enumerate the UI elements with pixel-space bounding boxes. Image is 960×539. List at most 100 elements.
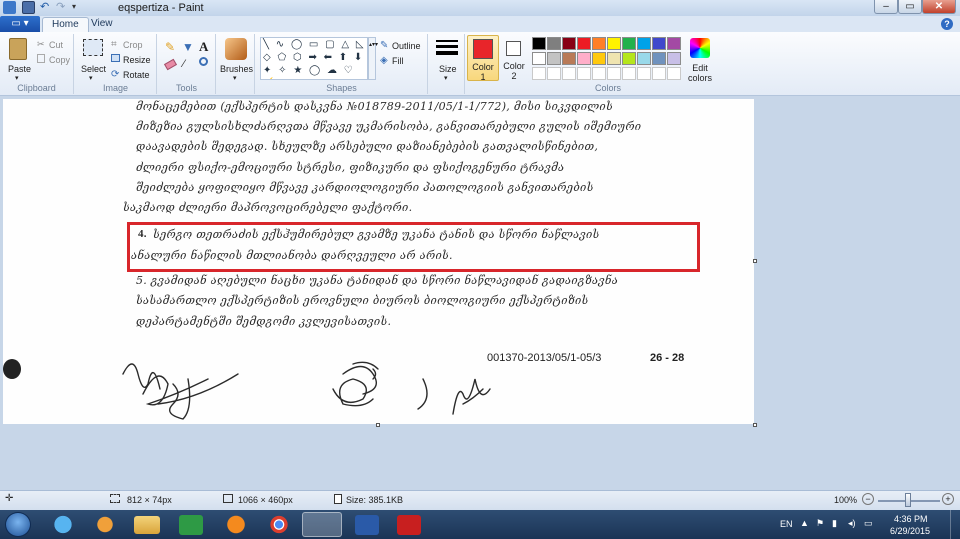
outline-icon[interactable]: ✎ <box>380 40 388 51</box>
cut-icon[interactable]: ✂ <box>37 39 45 50</box>
palette-swatch[interactable] <box>667 67 681 80</box>
palette-swatch[interactable] <box>562 37 576 50</box>
paint-app-icon[interactable] <box>3 1 16 14</box>
palette-swatch[interactable] <box>637 67 651 80</box>
edit-colors-button[interactable]: Edit colors <box>683 63 717 83</box>
size-dropdown-icon[interactable]: ▾ <box>444 74 448 82</box>
palette-swatch[interactable] <box>577 67 591 80</box>
zoom-out-button[interactable]: − <box>862 493 874 505</box>
outline-button[interactable]: Outline <box>392 41 421 51</box>
brushes-button[interactable]: Brushes <box>220 64 253 74</box>
magnifier-icon[interactable] <box>199 57 208 66</box>
palette-swatch[interactable] <box>667 37 681 50</box>
palette-swatch[interactable] <box>607 52 621 65</box>
color-picker-icon[interactable]: ⁄ <box>183 58 185 70</box>
rotate-button[interactable]: Rotate <box>123 70 150 80</box>
fill-button[interactable]: Fill <box>392 56 404 66</box>
select-icon[interactable] <box>83 39 103 56</box>
flag-icon[interactable]: ⚑ <box>816 518 824 529</box>
paint-menu-button[interactable]: ▭ ▾ <box>0 16 40 32</box>
shapes-scroll-icon[interactable]: ▴▾▾ <box>368 37 378 80</box>
zoom-in-button[interactable]: + <box>942 493 954 505</box>
cut-button[interactable]: Cut <box>49 40 63 50</box>
palette-swatch[interactable] <box>652 67 666 80</box>
canvas-resize-handle-right[interactable] <box>753 259 757 263</box>
file-explorer-icon[interactable] <box>134 516 160 534</box>
palette-swatch[interactable] <box>652 37 666 50</box>
network-icon[interactable]: ▮ <box>832 518 837 529</box>
color2-button[interactable]: Color 2 <box>501 35 527 81</box>
crop-button[interactable]: Crop <box>123 40 143 50</box>
color1-button[interactable]: Color 1 <box>467 35 499 82</box>
zoom-slider-thumb[interactable] <box>905 493 911 507</box>
pencil-icon[interactable]: ✎ <box>165 40 175 54</box>
tab-view[interactable]: View <box>82 17 122 32</box>
start-button[interactable] <box>5 512 31 537</box>
help-icon[interactable]: ? <box>941 18 953 30</box>
palette-swatch[interactable] <box>607 67 621 80</box>
brushes-dropdown-icon[interactable]: ▾ <box>233 74 237 82</box>
palette-swatch[interactable] <box>622 37 636 50</box>
palette-swatch[interactable] <box>547 37 561 50</box>
resize-button[interactable]: Resize <box>123 55 151 65</box>
copy-icon[interactable] <box>37 54 45 63</box>
brush-icon[interactable] <box>225 38 247 60</box>
palette-swatch[interactable] <box>622 52 636 65</box>
undo-icon[interactable]: ↶ <box>40 1 53 14</box>
minimize-button[interactable]: ‒ <box>874 0 898 14</box>
palette-swatch[interactable] <box>637 52 651 65</box>
redo-icon[interactable]: ↷ <box>56 1 69 14</box>
show-desktop-button[interactable] <box>950 510 960 539</box>
copy-button[interactable]: Copy <box>49 55 70 65</box>
crop-icon[interactable]: ⌗ <box>111 39 117 50</box>
resize-icon[interactable] <box>111 54 120 62</box>
edit-colors-icon[interactable] <box>690 38 710 58</box>
paste-icon[interactable] <box>9 38 27 60</box>
palette-swatch[interactable] <box>592 52 606 65</box>
palette-swatch[interactable] <box>667 52 681 65</box>
palette-swatch[interactable] <box>637 37 651 50</box>
media-player-icon[interactable] <box>88 512 122 537</box>
chrome-icon[interactable] <box>262 512 296 537</box>
shapes-gallery[interactable]: ╲ ∿ ◯ ▭ ▢ △ ◺ ◇ ⬠ ⬡ ➡ ⬅ ⬆ ⬇ ✦ ✧ ★ ◯ ☁ ♡ … <box>260 37 368 80</box>
paint-taskbar-icon[interactable] <box>302 512 342 537</box>
palette-swatch[interactable] <box>577 52 591 65</box>
clock-time[interactable]: 4:36 PM <box>894 514 928 524</box>
palette-swatch[interactable] <box>652 52 666 65</box>
clock-date[interactable]: 6/29/2015 <box>890 526 930 536</box>
spreadsheet-app-icon[interactable] <box>179 515 203 535</box>
show-hidden-icons[interactable]: ▲ <box>800 518 809 528</box>
adobe-reader-icon[interactable] <box>397 515 421 535</box>
canvas-resize-handle-corner[interactable] <box>753 423 757 427</box>
palette-swatch[interactable] <box>532 37 546 50</box>
fill-icon[interactable]: ◈ <box>380 55 388 66</box>
text-tool-icon[interactable]: A <box>199 39 208 55</box>
language-indicator[interactable]: EN <box>780 519 793 529</box>
palette-swatch[interactable] <box>532 67 546 80</box>
select-button[interactable]: Select <box>81 64 106 74</box>
customize-quick-access-icon[interactable]: ▾ <box>72 1 85 14</box>
select-dropdown-icon[interactable]: ▾ <box>89 74 93 82</box>
palette-swatch[interactable] <box>547 52 561 65</box>
rotate-icon[interactable]: ⟳ <box>111 69 119 80</box>
eraser-icon[interactable] <box>163 58 178 71</box>
palette-swatch[interactable] <box>607 37 621 50</box>
close-button[interactable]: ✕ <box>922 0 956 14</box>
internet-explorer-icon[interactable] <box>46 512 80 537</box>
palette-swatch[interactable] <box>592 67 606 80</box>
palette-swatch[interactable] <box>592 37 606 50</box>
fill-bucket-icon[interactable]: ▼ <box>182 40 194 54</box>
battery-icon[interactable]: ▭ <box>864 518 873 529</box>
palette-swatch[interactable] <box>562 67 576 80</box>
palette-swatch[interactable] <box>577 37 591 50</box>
paste-dropdown-icon[interactable]: ▾ <box>15 74 19 82</box>
size-icon[interactable] <box>436 40 458 60</box>
size-button[interactable]: Size <box>439 64 457 74</box>
maximize-button[interactable]: ▭ <box>898 0 922 14</box>
volume-icon[interactable]: ◂) <box>848 518 856 529</box>
word-icon[interactable] <box>355 515 379 535</box>
canvas-resize-handle-bottom[interactable] <box>376 423 380 427</box>
orange-app-icon[interactable] <box>219 512 253 537</box>
palette-swatch[interactable] <box>547 67 561 80</box>
canvas-image[interactable]: მონაცემებით (ექსპერტის დასკვნა №018789-2… <box>3 99 754 424</box>
